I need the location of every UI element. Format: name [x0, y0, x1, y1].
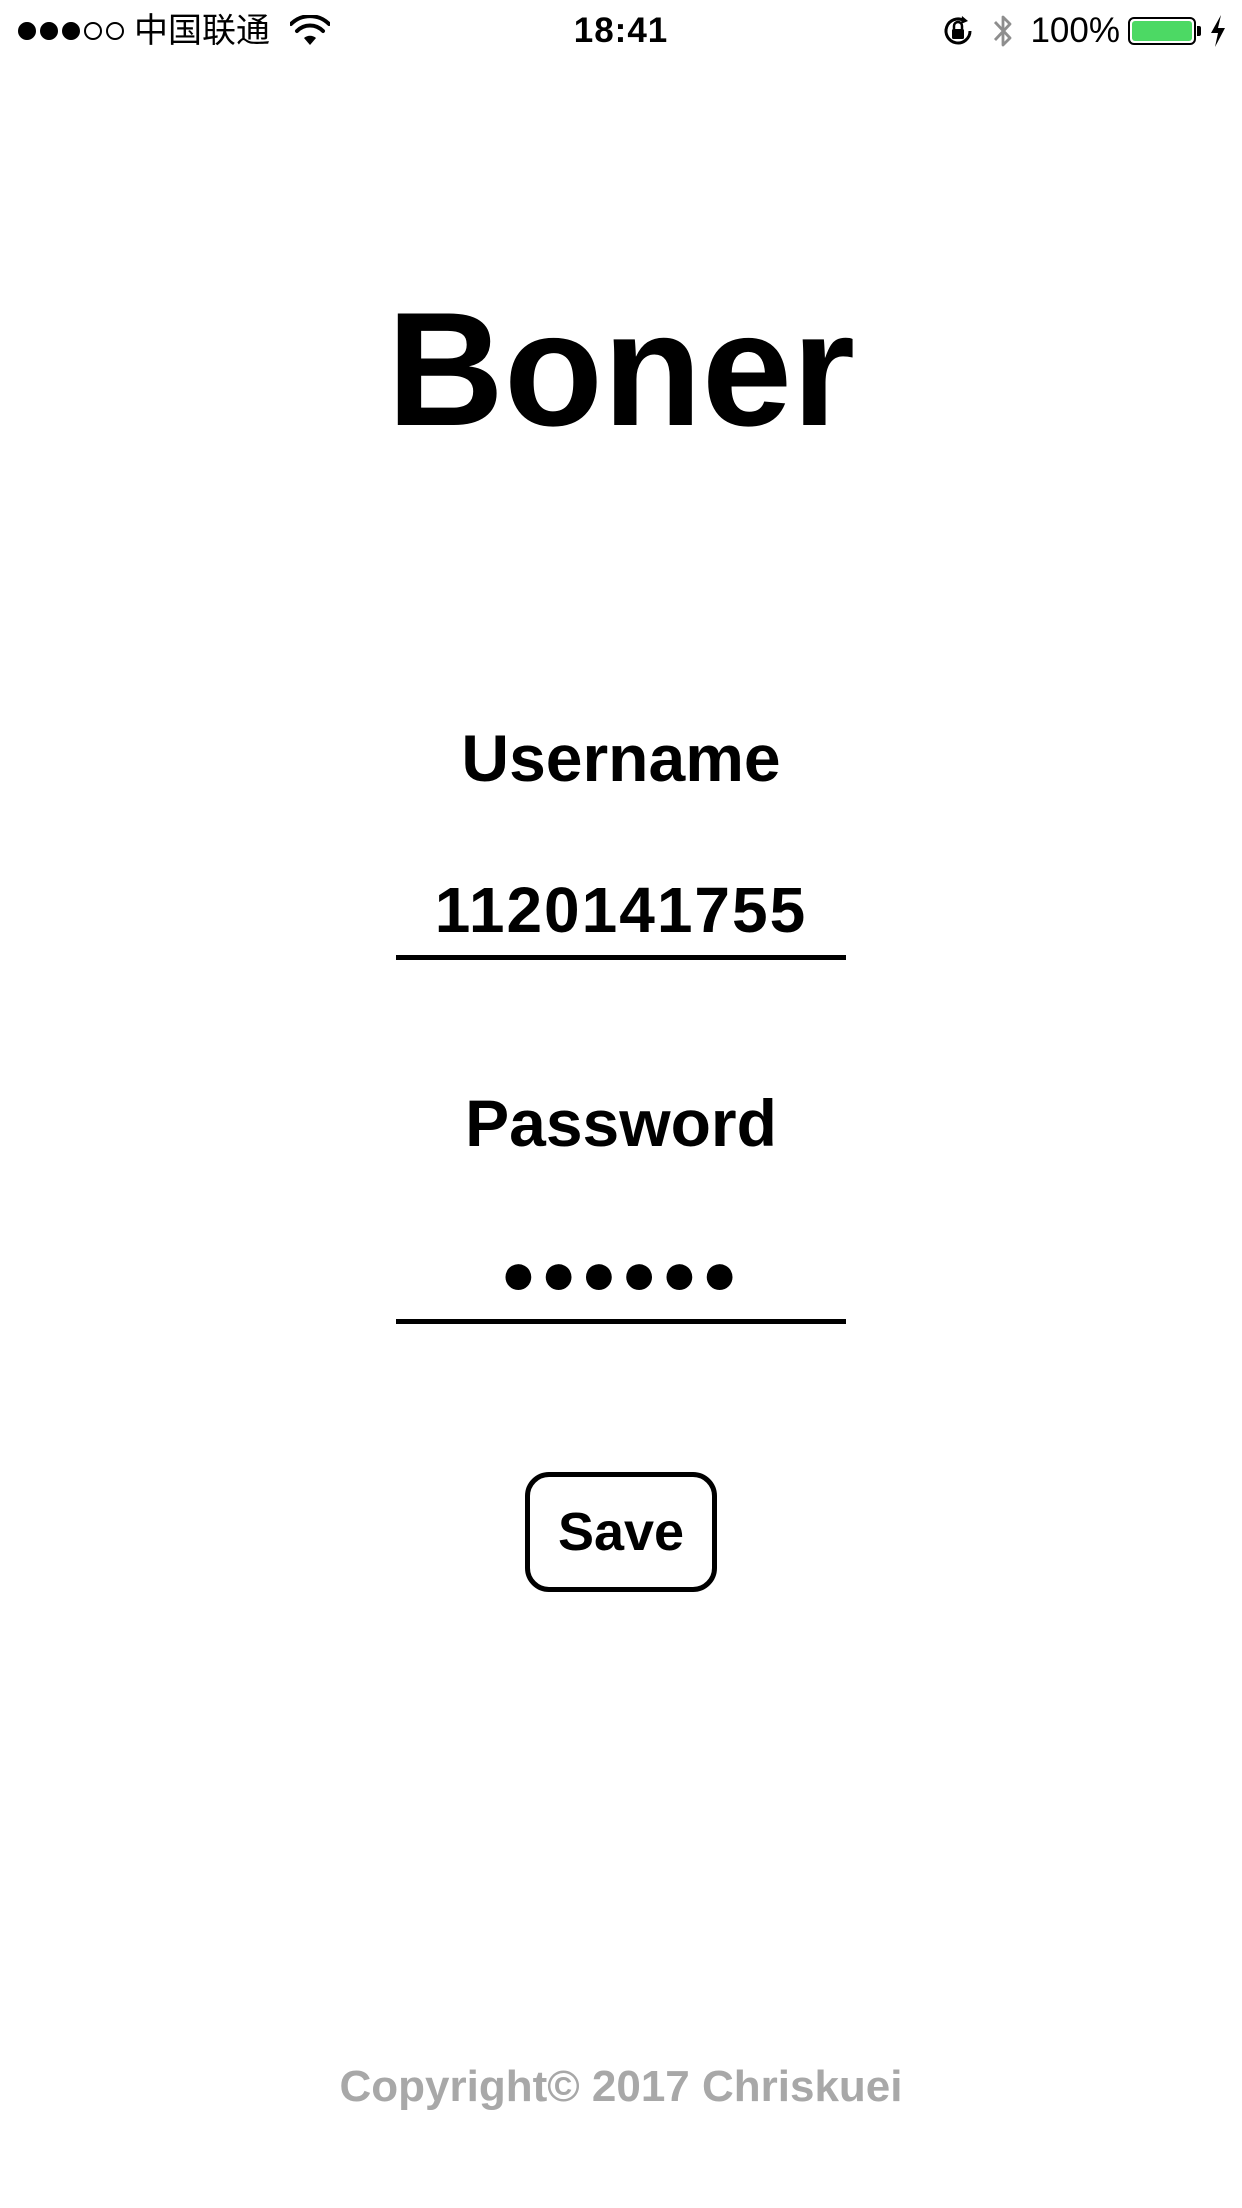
- username-input[interactable]: [396, 864, 846, 960]
- battery-percentage: 100%: [1030, 11, 1120, 50]
- battery-icon: [1128, 17, 1201, 45]
- rotation-lock-icon: [944, 16, 972, 45]
- password-label: Password: [465, 1086, 777, 1160]
- charging-bolt-icon: [1211, 15, 1225, 47]
- battery-level-fill: [1132, 21, 1192, 41]
- username-label: Username: [461, 721, 781, 795]
- password-input[interactable]: [396, 1228, 846, 1324]
- app-title: Boner: [386, 279, 856, 460]
- status-bar-right: 100%: [940, 8, 1228, 54]
- copyright-text: Copyright© 2017 Chriskuei: [339, 2062, 903, 2111]
- save-button[interactable]: Save: [525, 1472, 717, 1592]
- bluetooth-icon: [994, 15, 1012, 47]
- status-bar: 中国联通 18:41 100%: [0, 0, 1242, 60]
- battery-tip: [1197, 26, 1201, 36]
